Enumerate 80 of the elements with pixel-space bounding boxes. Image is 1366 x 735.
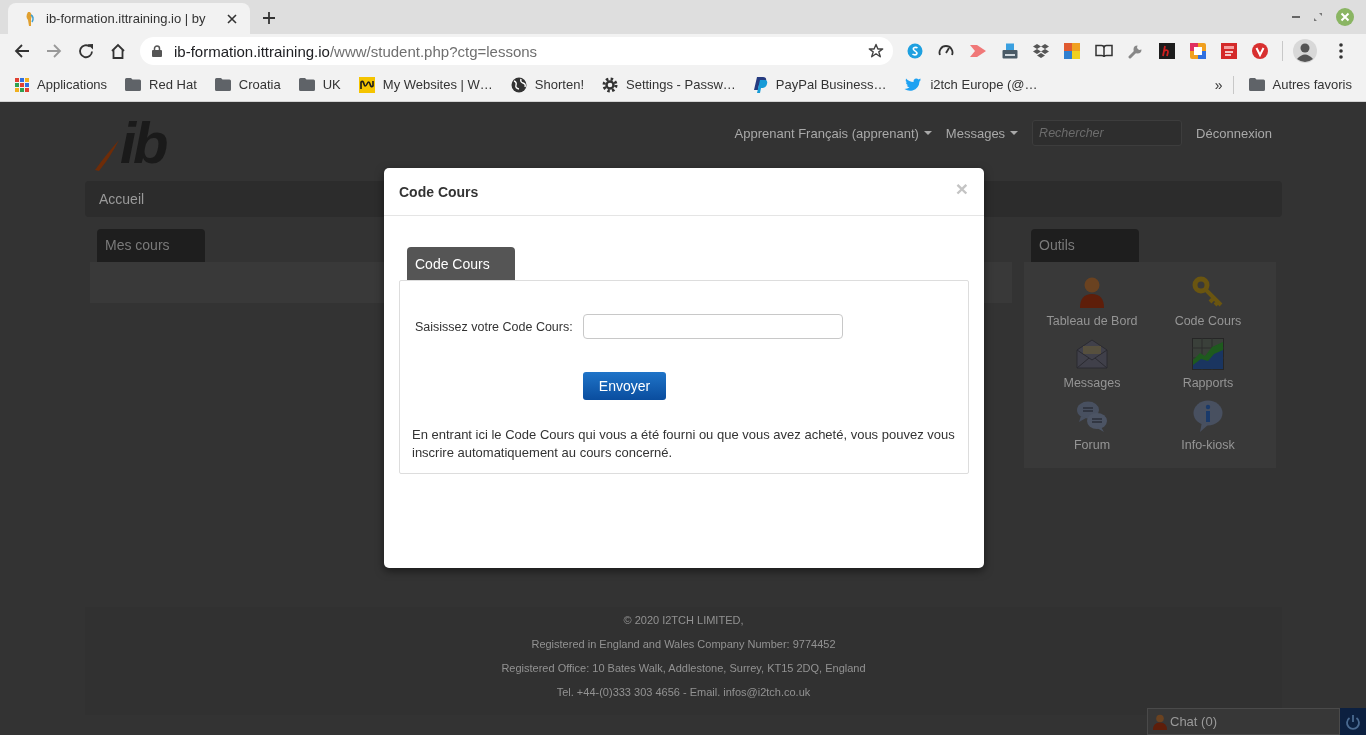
chat-bar[interactable]: Chat (0) bbox=[1147, 708, 1340, 735]
footer-text: Registered Office: 10 Bates Walk, Addlestone, Surrey, KT15 2DQ, England bbox=[500, 661, 867, 676]
star-icon[interactable] bbox=[868, 43, 884, 59]
close-icon[interactable] bbox=[227, 13, 237, 24]
key-icon bbox=[1192, 276, 1224, 308]
printer-icon[interactable] bbox=[1002, 43, 1018, 59]
caret-icon bbox=[923, 131, 932, 135]
dialog-tab[interactable]: Code Cours bbox=[407, 247, 515, 280]
power-button[interactable] bbox=[1340, 708, 1366, 735]
field-label: Saisissez votre Code Cours: bbox=[415, 319, 574, 334]
tiles-icon[interactable] bbox=[1064, 43, 1080, 59]
forward-icon[interactable] bbox=[46, 43, 62, 59]
settings-icon bbox=[602, 76, 618, 93]
browser-tab[interactable]: ib-formation.ittraining.io | by bbox=[8, 3, 250, 34]
folder-icon bbox=[1248, 78, 1265, 91]
bookmark[interactable]: Shorten! bbox=[501, 71, 593, 98]
help-text: En entrant ici le Code Cours qui vous a été fourni ou que vous avez acheté, vous pouvez vous inscrire automatiquement au cours concerné. bbox=[412, 426, 956, 462]
bookmark[interactable]: Red Hat bbox=[116, 71, 206, 98]
code-input[interactable] bbox=[583, 314, 843, 339]
caret-icon bbox=[1010, 131, 1019, 135]
footer-text: Tel. +44-(0)333 303 4656 - Email. infos@i2tch.co.uk bbox=[555, 685, 812, 700]
bookmark[interactable]: PayPal Business… bbox=[744, 71, 896, 98]
footer-text: © 2020 I2TCH LIMITED, bbox=[622, 613, 745, 628]
speech-bubbles-icon bbox=[1076, 400, 1108, 432]
tool-link[interactable]: Rapports bbox=[1182, 338, 1234, 392]
menu-icon[interactable] bbox=[1339, 43, 1343, 59]
section-tab[interactable]: Outils bbox=[1031, 229, 1139, 262]
bookmark[interactable]: Applications bbox=[6, 71, 117, 98]
folder-icon bbox=[214, 78, 231, 91]
reload-icon[interactable] bbox=[78, 43, 94, 59]
document-icon[interactable] bbox=[1221, 43, 1237, 59]
folder-icon bbox=[298, 78, 315, 91]
chart-icon bbox=[1192, 338, 1224, 370]
search-field[interactable]: Rechercher bbox=[1032, 120, 1183, 146]
bookmark[interactable]: Settings - Passw… bbox=[593, 71, 745, 98]
user-menu[interactable]: Apprenant Français (apprenant) bbox=[734, 125, 932, 141]
tool-link[interactable]: Messages bbox=[1063, 338, 1121, 392]
wrench-icon[interactable] bbox=[1128, 43, 1144, 59]
chevron-circle-icon[interactable] bbox=[1252, 43, 1268, 59]
tile-icon[interactable] bbox=[1159, 43, 1175, 59]
bookmark[interactable]: i2tch Europe (@… bbox=[895, 71, 1047, 98]
more-bookmarks-button[interactable]: » bbox=[1208, 76, 1229, 93]
folder-icon bbox=[125, 78, 142, 91]
bookmark[interactable]: UK bbox=[289, 71, 350, 98]
bird-icon bbox=[904, 77, 923, 92]
avatar-icon[interactable] bbox=[1293, 39, 1317, 63]
bubble-icon[interactable] bbox=[907, 43, 923, 59]
globe-icon bbox=[510, 76, 527, 93]
envelope-icon bbox=[1076, 338, 1108, 370]
book-icon[interactable] bbox=[1095, 44, 1113, 58]
tool-link[interactable]: Info-kiosk bbox=[1181, 400, 1235, 454]
info-icon bbox=[1192, 400, 1224, 432]
lock-icon bbox=[152, 45, 162, 57]
modal-title: Code Cours bbox=[399, 183, 479, 200]
favicon-icon bbox=[24, 10, 36, 27]
bookmark[interactable]: Croatia bbox=[205, 71, 290, 98]
send-button[interactable]: Envoyer bbox=[583, 372, 666, 400]
messages-menu[interactable]: Messages bbox=[945, 125, 1019, 141]
diamonds-icon[interactable] bbox=[1033, 43, 1049, 59]
restore-icon[interactable] bbox=[1314, 13, 1322, 21]
play-arrow-icon[interactable] bbox=[969, 44, 987, 58]
nav-link[interactable]: Accueil bbox=[99, 191, 145, 207]
address-bar[interactable]: ib-formation.ittraining.io/www/student.php?ctg=lessons bbox=[140, 37, 893, 65]
tool-link[interactable]: Code Cours bbox=[1174, 276, 1242, 330]
gradient-tile-icon[interactable] bbox=[1190, 43, 1206, 59]
slanted-shapes-icon bbox=[753, 76, 768, 93]
wave-tile-icon bbox=[358, 76, 375, 93]
tool-link[interactable]: Tableau de Bord bbox=[1046, 276, 1138, 330]
bookmark-folder[interactable]: Autres favoris bbox=[1239, 71, 1361, 98]
section-tab[interactable]: Mes cours bbox=[97, 229, 205, 262]
home-icon[interactable] bbox=[110, 43, 126, 59]
footer-text: Registered in England and Wales Company Number: 9774452 bbox=[530, 637, 837, 652]
power-icon bbox=[1345, 713, 1361, 730]
tool-link[interactable]: Forum bbox=[1073, 400, 1111, 454]
logout-link[interactable]: Déconnexion bbox=[1196, 125, 1272, 141]
apps-grid-icon bbox=[15, 77, 29, 92]
back-icon[interactable] bbox=[14, 43, 30, 59]
new-tab-icon[interactable] bbox=[263, 12, 275, 24]
bookmark[interactable]: My Websites | W… bbox=[349, 71, 502, 98]
person-icon bbox=[1153, 713, 1167, 730]
